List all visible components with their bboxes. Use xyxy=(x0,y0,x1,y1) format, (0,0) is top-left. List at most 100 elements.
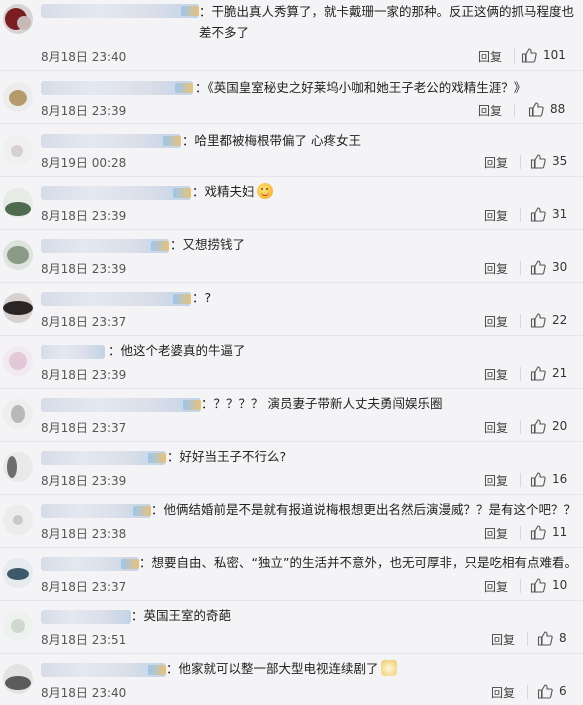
like-button[interactable]: 10 xyxy=(530,577,567,593)
like-button[interactable]: 22 xyxy=(530,312,567,328)
like-button[interactable]: 30 xyxy=(530,259,567,275)
username[interactable] xyxy=(41,557,139,571)
comment-time: 8月18日 23:39 xyxy=(41,262,127,276)
like-button[interactable]: 101 xyxy=(521,47,566,63)
reply-button[interactable]: 回复 xyxy=(484,313,508,330)
comment-item: ：哈里都被梅根带偏了 心疼女王 8月19日 00:28 回复 35 xyxy=(0,124,583,177)
comment-time: 8月18日 23:39 xyxy=(41,104,127,118)
reply-button[interactable]: 回复 xyxy=(491,684,515,701)
username[interactable] xyxy=(41,239,169,253)
comment-item: ：想要自由、私密、“独立”的生活并不意外，也无可厚非，只是吃相有点难看。 8月1… xyxy=(0,548,583,601)
divider xyxy=(520,261,521,275)
thumbs-up-icon xyxy=(530,419,546,434)
reply-button[interactable]: 回复 xyxy=(478,102,502,119)
thumbs-up-icon xyxy=(537,631,553,646)
reply-button[interactable]: 回复 xyxy=(484,207,508,224)
reply-button[interactable]: 回复 xyxy=(484,419,508,436)
username[interactable] xyxy=(41,4,199,18)
avatar[interactable] xyxy=(3,611,33,641)
thumbs-up-icon xyxy=(530,260,546,275)
reply-button[interactable]: 回复 xyxy=(478,48,502,65)
comment-item: ：戏精夫妇 8月18日 23:39 回复 31 xyxy=(0,177,583,230)
avatar[interactable] xyxy=(3,399,33,429)
thumbs-up-icon xyxy=(530,366,546,381)
comment-time: 8月18日 23:37 xyxy=(41,580,127,594)
username[interactable] xyxy=(41,345,105,359)
avatar[interactable] xyxy=(3,240,33,270)
like-count: 101 xyxy=(543,48,566,62)
thumbs-up-icon xyxy=(530,154,546,169)
username[interactable] xyxy=(41,186,191,200)
comment-text: ：他这个老婆真的牛逼了 xyxy=(108,343,246,358)
comment-text: ：哈里都被梅根带偏了 心疼女王 xyxy=(182,133,361,148)
username[interactable] xyxy=(41,398,201,412)
comment-item: ：英国王室的奇葩 8月18日 23:51 回复 8 xyxy=(0,601,583,654)
comment-item: ：《英国皇室秘史之好莱坞小咖和她王子老公的戏精生涯？》 8月18日 23:39 … xyxy=(0,71,583,124)
comment-text: ：他家就可以整一部大型电视连续剧了 xyxy=(166,658,397,679)
comment-text: ：他俩结婚前是不是就有报道说梅根想更出名然后演漫威？？是有这个吧？？ xyxy=(151,502,577,517)
username[interactable] xyxy=(41,504,151,518)
comment-text: ：想要自由、私密、“独立”的生活并不意外，也无可厚非，只是吃相有点难看。 xyxy=(139,555,577,570)
user-badge-icon xyxy=(148,453,166,463)
like-button[interactable]: 20 xyxy=(530,418,567,434)
thumbs-up-icon xyxy=(530,472,546,487)
comment-text: ：戏精夫妇 xyxy=(192,181,273,202)
comment-text: ：《英国皇室秘史之好莱坞小咖和她王子老公的戏精生涯？》 xyxy=(195,80,527,95)
comment-item: ：又想捞钱了 8月18日 23:39 回复 30 xyxy=(0,230,583,283)
username[interactable] xyxy=(41,663,166,677)
thumbs-up-icon xyxy=(530,525,546,540)
like-count: 10 xyxy=(552,578,568,592)
reply-button[interactable]: 回复 xyxy=(491,631,515,648)
reply-button[interactable]: 回复 xyxy=(484,260,508,277)
comment-list: ：干脆出真人秀算了，就卡戴珊一家的那种。反正这俩的抓马程度也差不多了 8月18日… xyxy=(0,0,583,705)
reply-button[interactable]: 回复 xyxy=(484,578,508,595)
comment-time: 8月18日 23:38 xyxy=(41,527,127,541)
divider xyxy=(527,685,528,699)
comment-item: ：干脆出真人秀算了，就卡戴珊一家的那种。反正这俩的抓马程度也差不多了 8月18日… xyxy=(0,0,583,71)
user-badge-icon xyxy=(173,294,191,304)
comment-text: ：又想捞钱了 xyxy=(170,237,246,252)
divider xyxy=(520,367,521,381)
divider xyxy=(520,208,521,222)
avatar[interactable] xyxy=(3,293,33,323)
like-button[interactable]: 31 xyxy=(530,206,567,222)
thumbs-up-icon xyxy=(528,102,544,117)
like-button[interactable]: 88 xyxy=(528,101,565,117)
avatar[interactable] xyxy=(3,82,33,112)
like-button[interactable]: 6 xyxy=(537,683,567,699)
like-count: 16 xyxy=(552,472,568,486)
comment-item: ：? 8月18日 23:37 回复 22 xyxy=(0,283,583,336)
username[interactable] xyxy=(41,451,166,465)
comment-item: ：他这个老婆真的牛逼了 8月18日 23:39 回复 21 xyxy=(0,336,583,389)
grin-emoji-icon xyxy=(256,183,273,199)
reply-button[interactable]: 回复 xyxy=(484,525,508,542)
comment-item: ：他家就可以整一部大型电视连续剧了 8月18日 23:40 回复 6 xyxy=(0,654,583,705)
like-button[interactable]: 11 xyxy=(530,524,567,540)
like-button[interactable]: 21 xyxy=(530,365,567,381)
avatar[interactable] xyxy=(3,505,33,535)
avatar[interactable] xyxy=(3,346,33,376)
comment-text: ：干脆出真人秀算了，就卡戴珊一家的那种。反正这俩的抓马程度也差不多了 xyxy=(199,4,575,40)
username[interactable] xyxy=(41,610,131,624)
user-badge-icon xyxy=(148,665,166,675)
comment-time: 8月18日 23:40 xyxy=(41,686,127,700)
avatar[interactable] xyxy=(3,664,33,694)
comment-time: 8月18日 23:40 xyxy=(41,50,127,64)
avatar[interactable] xyxy=(3,558,33,588)
avatar[interactable] xyxy=(3,188,33,218)
like-button[interactable]: 8 xyxy=(537,630,567,646)
avatar[interactable] xyxy=(3,4,33,34)
username[interactable] xyxy=(41,292,191,306)
comment-time: 8月18日 23:51 xyxy=(41,633,127,647)
like-button[interactable]: 35 xyxy=(530,153,567,169)
avatar[interactable] xyxy=(3,452,33,482)
username[interactable] xyxy=(41,134,181,148)
avatar[interactable] xyxy=(3,135,33,165)
reply-button[interactable]: 回复 xyxy=(484,154,508,171)
reply-button[interactable]: 回复 xyxy=(484,472,508,489)
like-button[interactable]: 16 xyxy=(530,471,567,487)
reply-button[interactable]: 回复 xyxy=(484,366,508,383)
like-count: 8 xyxy=(559,631,567,645)
thumbs-up-icon xyxy=(530,313,546,328)
username[interactable] xyxy=(41,81,193,95)
